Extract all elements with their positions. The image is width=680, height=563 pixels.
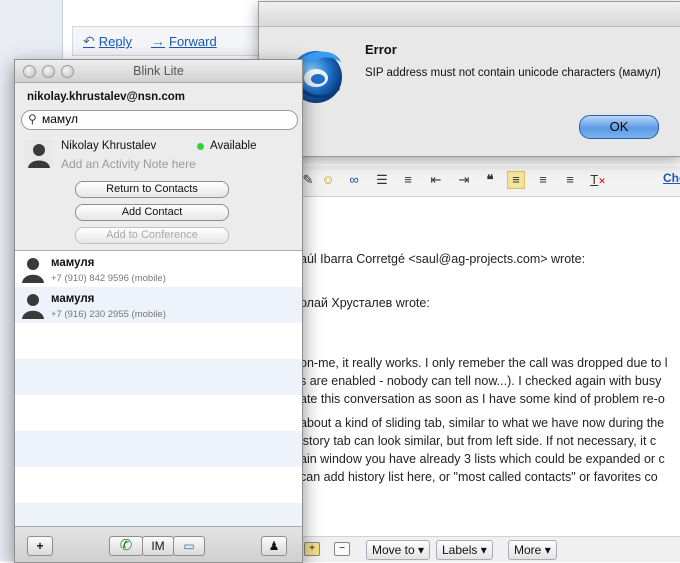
- numbered-list-icon[interactable]: ☰: [374, 172, 390, 188]
- forward-label: Forward: [169, 33, 217, 49]
- link-icon[interactable]: ∞: [346, 172, 362, 188]
- reply-bar: ↶ Reply → Forward: [72, 26, 274, 56]
- align-right-icon[interactable]: ≡: [562, 172, 578, 188]
- ok-button[interactable]: OK: [579, 115, 659, 139]
- contact-name: мамуля: [51, 257, 95, 269]
- remove-formatting-icon[interactable]: T✕: [590, 172, 606, 188]
- reply-link[interactable]: ↶ Reply: [83, 33, 132, 50]
- move-to-label: Move to: [372, 543, 415, 557]
- dialog-titlebar[interactable]: [259, 2, 680, 27]
- body-line: on-me, it really works. I only remeber t…: [300, 356, 668, 370]
- align-center-icon[interactable]: ≡: [535, 172, 551, 188]
- phone-call-icon[interactable]: ✆: [109, 536, 143, 556]
- empty-row: [15, 359, 302, 395]
- emoji-icon[interactable]: ☺: [320, 172, 336, 188]
- bulleted-list-icon[interactable]: ≡: [400, 172, 416, 188]
- contact-avatar: [20, 255, 46, 283]
- chevron-down-icon: ▾: [418, 543, 425, 557]
- empty-row: [15, 395, 302, 431]
- more-label: More: [514, 543, 542, 557]
- bell-icon[interactable]: ♟: [261, 536, 287, 556]
- body-line: ate this conversation as soon as I have …: [300, 392, 665, 406]
- my-display-name: Nikolay Khrustalev: [61, 140, 157, 152]
- account-address: nikolay.khrustalev@nsn.com: [27, 91, 185, 103]
- empty-row: [15, 431, 302, 467]
- contact-row[interactable]: мамуля +7 (916) 230 2955 (mobile): [15, 287, 302, 323]
- body-line: can add history list here, or "most call…: [300, 470, 658, 484]
- body-line: s are enabled - nobody can tell now...).…: [300, 374, 662, 388]
- indent-less-icon[interactable]: ⇤: [428, 172, 444, 188]
- minus-icon[interactable]: −: [334, 542, 350, 556]
- empty-row: [15, 323, 302, 359]
- presence-selector[interactable]: Available: [210, 140, 256, 152]
- move-to-button[interactable]: Move to ▾: [366, 540, 431, 560]
- blink-lite-window: Blink Lite nikolay.khrustalev@nsn.com ⚲ …: [14, 59, 303, 563]
- return-to-contacts-button[interactable]: Return to Contacts: [75, 181, 229, 198]
- forward-arrow-icon: →: [151, 33, 165, 49]
- presence-status-icon: [197, 143, 204, 150]
- reply-arrow-icon: ↶: [83, 33, 95, 49]
- blink-bottom-toolbar: + ✆ IM ▭ ♟: [15, 526, 302, 562]
- labels-label: Labels: [442, 543, 478, 557]
- check-spelling-link[interactable]: Che: [663, 171, 680, 185]
- blink-titlebar[interactable]: Blink Lite: [15, 60, 302, 83]
- contact-row[interactable]: мамуля +7 (910) 842 9596 (mobile): [15, 251, 302, 287]
- format-toolbar: ✎ ☺ ∞ ☰ ≡ ⇤ ⇥ ❝ ≡ ≡ ≡ T✕: [300, 166, 680, 197]
- search-input[interactable]: [42, 112, 272, 126]
- error-dialog: Error SIP address must not contain unico…: [258, 1, 680, 157]
- dialog-message: SIP address must not contain unicode cha…: [365, 67, 661, 79]
- add-to-conference-button: Add to Conference: [75, 227, 229, 244]
- reply-label: Reply: [98, 34, 132, 49]
- im-button[interactable]: IM: [142, 536, 174, 556]
- align-left-icon[interactable]: ≡: [507, 171, 525, 189]
- contact-number: +7 (916) 230 2955 (mobile): [51, 309, 166, 320]
- star-icon[interactable]: +: [304, 542, 320, 556]
- activity-note-field[interactable]: Add an Activity Note here: [61, 157, 196, 171]
- indent-more-icon[interactable]: ⇥: [456, 172, 472, 188]
- mail-bottom-toolbar: + − Move to ▾ Labels ▾ More ▾: [300, 536, 680, 562]
- chevron-down-icon: ▾: [480, 543, 487, 557]
- add-contact-button[interactable]: Add Contact: [75, 204, 229, 221]
- contact-name: мамуля: [51, 293, 95, 305]
- labels-button[interactable]: Labels ▾: [436, 540, 493, 560]
- search-icon: ⚲: [28, 112, 37, 126]
- forward-link[interactable]: → Forward: [151, 33, 217, 49]
- contact-number: +7 (910) 842 9596 (mobile): [51, 273, 166, 284]
- more-button[interactable]: More ▾: [508, 540, 557, 560]
- my-avatar[interactable]: [25, 140, 53, 168]
- body-line: ain window you have already 3 lists whic…: [300, 452, 665, 466]
- body-line: олай Хрусталев wrote:: [300, 296, 430, 310]
- search-field[interactable]: ⚲: [21, 110, 298, 130]
- body-line: about a kind of sliding tab, similar to …: [300, 416, 665, 430]
- window-title: Blink Lite: [133, 64, 184, 78]
- contact-avatar: [20, 291, 46, 319]
- dialog-title: Error: [365, 42, 397, 57]
- screen-share-icon[interactable]: ▭: [173, 536, 205, 556]
- add-button[interactable]: +: [27, 536, 53, 556]
- empty-row: [15, 467, 302, 503]
- message-body[interactable]: aúl Ibarra Corretgé <saul@ag-projects.co…: [300, 200, 680, 530]
- contact-search-results: мамуля +7 (910) 842 9596 (mobile) мамуля…: [15, 250, 302, 539]
- body-line: aúl Ibarra Corretgé <saul@ag-projects.co…: [300, 252, 586, 266]
- chevron-down-icon: ▾: [544, 543, 551, 557]
- quote-icon[interactable]: ❝: [482, 172, 498, 188]
- body-line: istory tab can look similar, but from le…: [300, 434, 657, 448]
